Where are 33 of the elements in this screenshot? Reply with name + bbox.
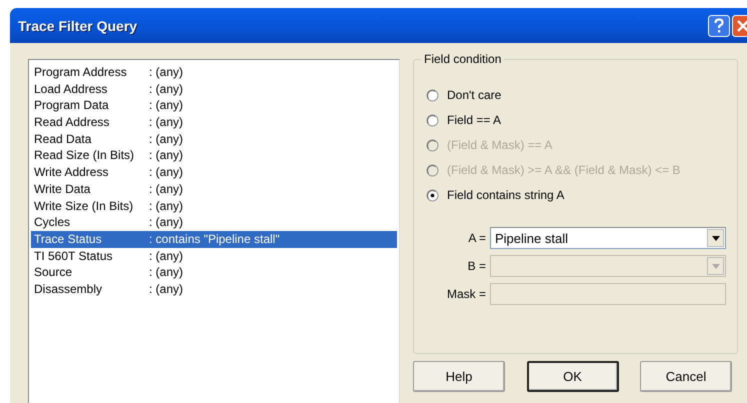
dialog-button[interactable]: Cancel: [640, 361, 732, 392]
dropdown-button[interactable]: [707, 229, 724, 247]
dialog-button[interactable]: OK: [526, 361, 618, 392]
field-list-item[interactable]: Read Data : (any): [31, 130, 397, 148]
field-list-item[interactable]: Program Address : (any): [31, 64, 397, 81]
field-list-item[interactable]: TI 560T Status : (any): [31, 248, 397, 264]
field-list-item[interactable]: Cycles : (any): [31, 214, 397, 231]
field-list-item[interactable]: Read Size (In Bits) : (any): [31, 147, 397, 164]
field-list-item[interactable]: Source : (any): [31, 264, 397, 281]
field-list-item[interactable]: Load Address : (any): [31, 80, 397, 98]
radio-option[interactable]: Field contains string A: [422, 188, 729, 202]
radio-button[interactable]: [426, 114, 439, 126]
radio-option[interactable]: Don't care: [422, 88, 729, 102]
radio-button[interactable]: [426, 88, 439, 102]
field-list-item[interactable]: Trace Status : contains "Pipeline stall": [31, 230, 397, 248]
field-list-item[interactable]: Write Data : (any): [31, 180, 397, 198]
group-title: Field condition: [421, 52, 504, 66]
help-button[interactable]: [708, 14, 730, 36]
caret-icon: [712, 264, 720, 268]
combo-box[interactable]: Pipeline stall: [490, 227, 726, 249]
input-label: B =: [466, 259, 486, 273]
field-list-item[interactable]: Program Data : (any): [31, 97, 397, 114]
radio-option[interactable]: Field == A: [422, 113, 729, 127]
radio-button[interactable]: [426, 188, 439, 202]
field-list-item[interactable]: Disassembly : (any): [31, 280, 397, 298]
input-label: A =: [467, 231, 486, 245]
field-list-item[interactable]: Write Size (In Bits) : (any): [31, 198, 397, 214]
input-label: Mask =: [446, 287, 486, 301]
caret-icon: [712, 236, 720, 240]
field-list-item[interactable]: Read Address : (any): [31, 114, 397, 131]
field-list-item[interactable]: Write Address : (any): [31, 164, 397, 181]
window-title: Trace Filter Query: [18, 18, 138, 34]
dialog-button[interactable]: Help: [413, 361, 505, 392]
